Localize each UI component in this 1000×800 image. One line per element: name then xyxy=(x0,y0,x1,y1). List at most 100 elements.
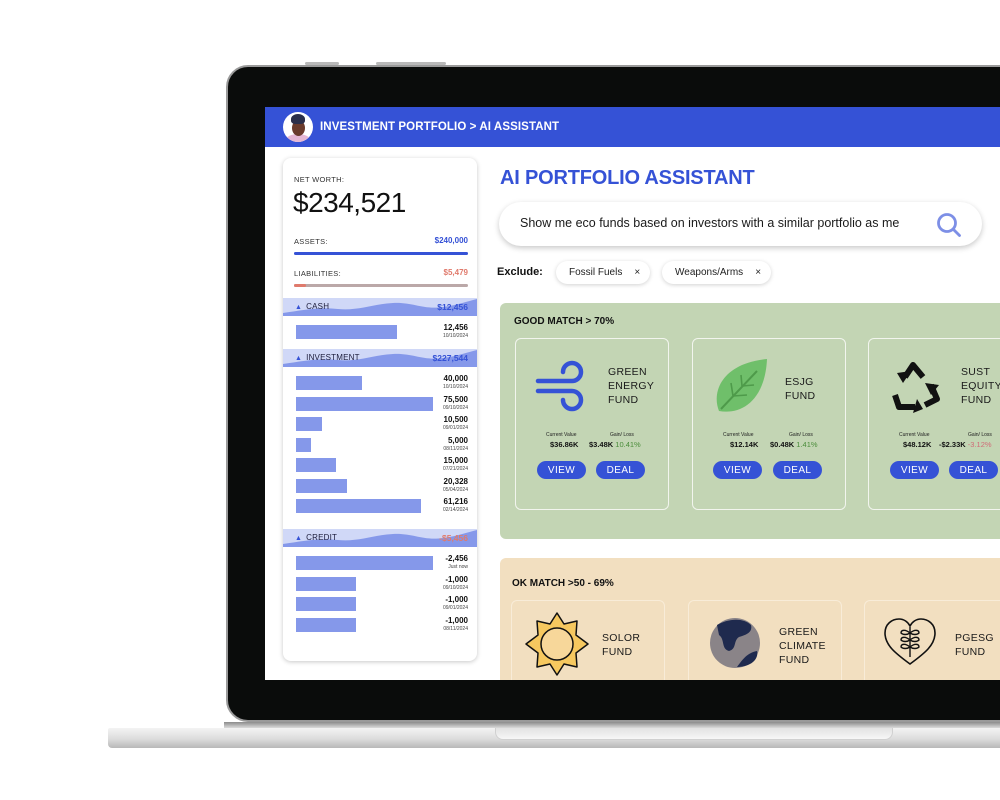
gain-percent: 1.41% xyxy=(796,440,818,449)
net-worth-label: NET WORTH: xyxy=(294,175,345,184)
ok-match-group: OK MATCH >50 - 69% SOLOR FUND GREEN CLIM… xyxy=(500,558,1000,680)
chip-label: Fossil Fuels xyxy=(569,267,623,278)
assets-value: $240,000 xyxy=(434,236,468,245)
fund-stats: Current Value $12.14K Gain/ Loss $0.48K … xyxy=(693,432,847,454)
fund-card-pgesg[interactable]: PGESG FUND xyxy=(864,600,1000,680)
search-icon[interactable] xyxy=(936,212,962,238)
transaction-row[interactable]: -1,000 09/10/2024 xyxy=(283,574,477,594)
current-value: $12.14K xyxy=(730,440,759,449)
avatar-hair xyxy=(291,114,305,124)
net-worth-value: $234,521 xyxy=(293,187,406,218)
exclusion-chip-fossil-fuels[interactable]: Fossil Fuels × xyxy=(556,261,651,284)
fund-card-green-energy[interactable]: GREEN ENERGY FUND Current Value $36.86K … xyxy=(515,338,669,510)
view-button[interactable]: VIEW xyxy=(890,461,939,479)
transaction-bar xyxy=(296,417,323,431)
app-screen: INVESTMENT PORTFOLIO > AI ASSISTANT NET … xyxy=(265,107,1000,680)
transaction-row[interactable]: 75,500 09/10/2024 xyxy=(283,394,477,414)
current-value-label: Current Value xyxy=(723,432,754,438)
gain-amount: -$2.33K xyxy=(939,440,966,449)
view-button[interactable]: VIEW xyxy=(713,461,762,479)
sun-icon xyxy=(525,612,589,676)
exclusion-chip-weapons-arms[interactable]: Weapons/Arms × xyxy=(662,261,772,284)
fund-name: ESJG FUND xyxy=(785,376,816,402)
transaction-row[interactable]: -1,000 08/11/2024 xyxy=(283,615,477,635)
transaction-row[interactable]: 10,500 09/01/2024 xyxy=(283,414,477,434)
transaction-amount: 40,000 xyxy=(443,374,468,383)
gain-loss-label: Gain/ Loss xyxy=(789,432,813,438)
transaction-row[interactable]: 40,000 10/10/2024 xyxy=(283,373,477,393)
deal-button[interactable]: DEAL xyxy=(949,461,998,479)
laptop-base-notch xyxy=(495,728,893,740)
close-icon[interactable]: × xyxy=(755,267,761,278)
transaction-bar xyxy=(296,396,433,411)
account-section-cash[interactable]: ▲ CASH $12,456 xyxy=(283,298,477,316)
transaction-amount: -1,000 xyxy=(445,574,468,584)
expand-triangle-icon[interactable]: ▲ xyxy=(295,355,302,362)
account-label: INVESTMENT xyxy=(306,353,360,362)
fund-card-green-climate[interactable]: GREEN CLIMATE FUND xyxy=(688,600,842,680)
transaction-amount: -1,000 xyxy=(445,595,468,604)
expand-triangle-icon[interactable]: ▲ xyxy=(295,304,302,311)
account-label: CASH xyxy=(306,302,330,311)
transaction-bar xyxy=(296,617,357,632)
transaction-date: 08/11/2024 xyxy=(443,625,468,632)
gain-loss-value: $0.48K 1.41% xyxy=(770,440,818,449)
transaction-bar xyxy=(296,325,398,339)
liabilities-bar xyxy=(294,284,468,287)
account-section-credit[interactable]: ▲ CREDIT -$5,456 xyxy=(283,529,477,547)
chip-label: Weapons/Arms xyxy=(675,267,744,278)
fund-stats: Current Value $48.12K Gain/ Loss -$2.33K… xyxy=(869,432,1000,454)
transaction-date: 09/01/2024 xyxy=(442,425,468,431)
gain-loss-value: -$2.33K -3.12% xyxy=(939,440,992,449)
top-bar: INVESTMENT PORTFOLIO > AI ASSISTANT xyxy=(265,107,1000,147)
liabilities-bar-fill xyxy=(294,284,307,287)
expand-triangle-icon[interactable]: ▲ xyxy=(295,535,302,542)
page-title: AI PORTFOLIO ASSISTANT xyxy=(500,167,755,189)
transaction-row[interactable]: 20,328 05/04/2024 xyxy=(283,476,477,496)
close-icon[interactable]: × xyxy=(634,267,640,278)
account-name: ▲ CREDIT xyxy=(295,533,337,542)
transaction-row[interactable]: 12,456 10/10/2024 xyxy=(283,322,477,342)
current-value-label: Current Value xyxy=(546,432,577,438)
fund-card-sust-equity[interactable]: SUST EQUITY FUND Current Value $48.12K G… xyxy=(868,338,1000,510)
search-bar[interactable]: Show me eco funds based on investors wit… xyxy=(499,202,982,246)
transaction-date: 10/10/2024 xyxy=(442,333,468,339)
fund-name: PGESG FUND xyxy=(955,632,994,658)
transaction-amount: -1,000 xyxy=(445,615,468,625)
deal-button[interactable]: DEAL xyxy=(773,461,822,479)
view-button[interactable]: VIEW xyxy=(537,461,586,479)
deal-button[interactable]: DEAL xyxy=(596,461,645,479)
search-input[interactable]: Show me eco funds based on investors wit… xyxy=(520,216,899,230)
transaction-date: 08/11/2024 xyxy=(443,445,468,452)
leaf-icon xyxy=(716,359,767,412)
transaction-row[interactable]: -2,456 Just now xyxy=(283,553,477,573)
transaction-bar xyxy=(296,556,433,570)
transaction-amount: 75,500 xyxy=(443,394,468,404)
exclude-label: Exclude: xyxy=(497,266,543,278)
fund-card-solor[interactable]: SOLOR FUND xyxy=(511,600,665,680)
account-section-investment[interactable]: ▲ INVESTMENT $227,544 xyxy=(283,349,477,367)
transaction-date: 09/01/2024 xyxy=(442,605,468,611)
transaction-amount: 12,456 xyxy=(443,323,468,332)
liabilities-label: LIABILITIES: xyxy=(294,269,341,278)
transaction-date: 10/10/2024 xyxy=(442,384,468,390)
transaction-row[interactable]: 5,000 08/11/2024 xyxy=(283,435,477,455)
transaction-bar xyxy=(296,576,357,591)
transaction-bar xyxy=(296,597,357,611)
user-avatar[interactable] xyxy=(283,112,313,142)
gain-loss-value: $3.48K 10.41% xyxy=(589,440,641,449)
assets-label: ASSETS: xyxy=(294,237,328,246)
transaction-row[interactable]: 15,000 07/21/2024 xyxy=(283,455,477,475)
fund-name: SUST EQUITY FUND xyxy=(961,366,1000,406)
transaction-amount: 20,328 xyxy=(443,476,468,486)
gain-amount: $3.48K xyxy=(589,440,614,449)
account-total: -$5,456 xyxy=(439,533,468,543)
transaction-amount: 61,216 xyxy=(443,497,468,506)
current-value: $48.12K xyxy=(903,440,932,449)
group-title: OK MATCH >50 - 69% xyxy=(512,578,614,589)
fund-card-esjg[interactable]: ESJG FUND Current Value $12.14K Gain/ Lo… xyxy=(692,338,846,510)
gain-amount: $0.48K xyxy=(770,440,795,449)
fund-name: SOLOR FUND xyxy=(602,632,641,658)
transaction-row[interactable]: -1,000 09/01/2024 xyxy=(283,594,477,614)
transaction-row[interactable]: 61,216 02/14/2024 xyxy=(283,496,477,516)
